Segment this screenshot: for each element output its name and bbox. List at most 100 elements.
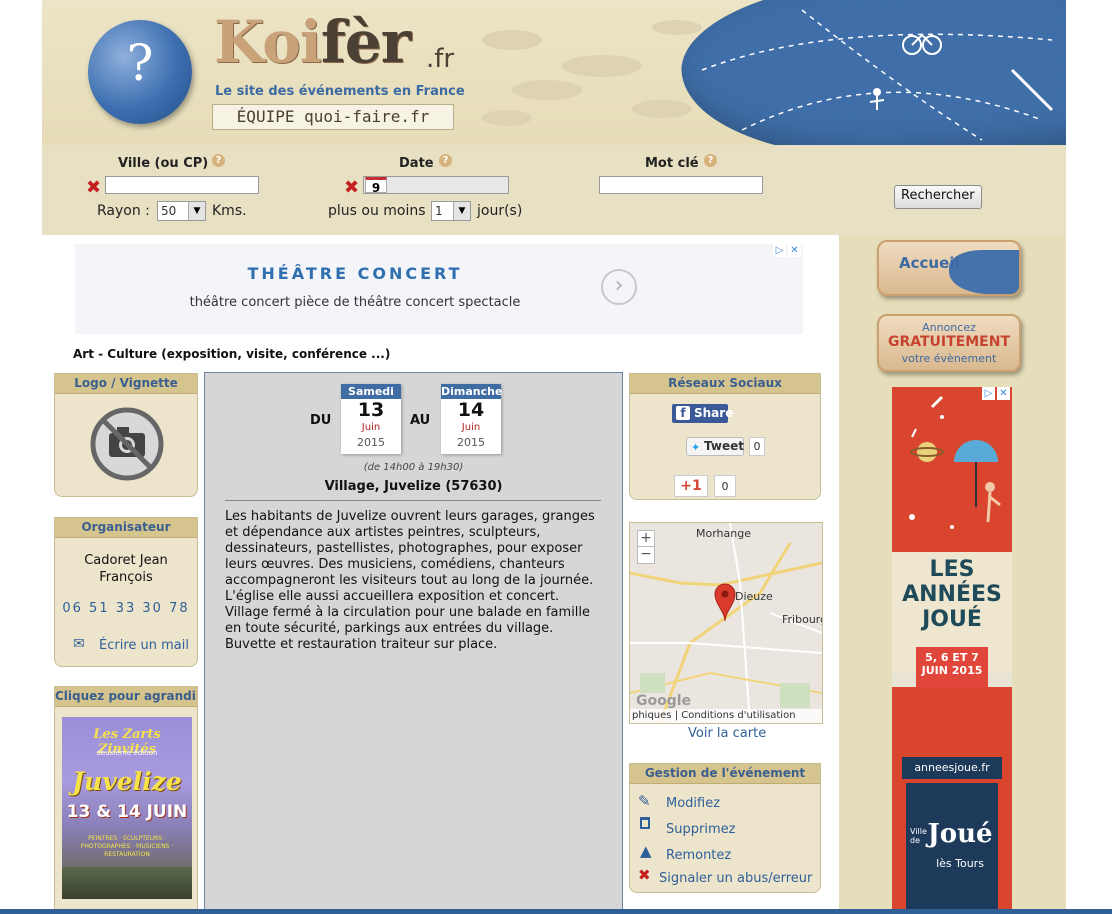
poster-village-photo	[62, 867, 192, 899]
from-label: DU	[310, 413, 332, 428]
clear-date-icon[interactable]: ✖	[344, 179, 359, 197]
start-day: Samedi	[341, 384, 401, 399]
logo-box-title: Logo / Vignette	[55, 374, 197, 394]
site-header: ? Koifèr .fr Le site des événements en F…	[42, 0, 1066, 145]
ad-title-1: LES	[929, 557, 975, 582]
radius-value: 50	[161, 204, 177, 218]
chevron-right-icon[interactable]: ›	[601, 269, 637, 305]
decor-pebble	[562, 55, 642, 77]
tweet-label: Tweet	[704, 439, 744, 453]
google-logo: Google	[636, 693, 692, 709]
event-poster-image[interactable]: Les Zarts Zinvités deuxième édition Juve…	[62, 717, 192, 899]
date-help-icon[interactable]: ?	[439, 154, 452, 167]
event-map[interactable]: Morhange Dieuze Fribourg + − Google phiq…	[629, 522, 823, 724]
close-icon[interactable]: ✕	[997, 387, 1010, 400]
end-num: 14	[457, 399, 485, 421]
right-sidebar: Accueil Annoncez GRATUITEMENT votre évèn…	[839, 235, 1066, 914]
event-hours: (de 14h00 à 19h30)	[363, 462, 464, 473]
clear-city-icon[interactable]: ✖	[86, 179, 101, 197]
map-marker-icon[interactable]	[714, 582, 736, 622]
keyword-help-icon[interactable]: ?	[704, 154, 717, 167]
decor-pebble	[482, 30, 542, 50]
to-label: AU	[410, 413, 431, 428]
search-button[interactable]: Rechercher	[894, 185, 982, 209]
radius-select[interactable]: 50 ▼	[157, 201, 206, 221]
edit-link[interactable]: Modifiez	[666, 796, 720, 811]
calendar-icon[interactable]: 9	[365, 177, 387, 195]
management-box-title: Gestion de l'événement	[630, 764, 820, 784]
date-label: Date	[399, 156, 434, 171]
organizer-box-title: Organisateur	[55, 518, 197, 538]
city-help-icon[interactable]: ?	[212, 154, 225, 167]
organizer-name: Cadoret Jean François	[84, 553, 168, 585]
browser-bottom-bar	[0, 909, 1112, 914]
decor-pebble	[482, 110, 532, 126]
view-map-link[interactable]: Voir la carte	[688, 726, 766, 741]
logo-suffix: .fr	[426, 44, 455, 74]
close-icon[interactable]: ✕	[788, 244, 801, 257]
home-menu-button[interactable]: Accueil	[877, 240, 1021, 296]
report-x-icon[interactable]: ✖	[638, 866, 651, 884]
search-bar: Ville (ou CP) ? ✖ Rayon : 50 ▼ Kms. Date …	[42, 145, 1066, 235]
map-terms-link[interactable]: phiques | Conditions d'utilisation	[630, 709, 822, 723]
ad-url: anneesjoue.fr	[902, 757, 1002, 779]
adchoices-icon[interactable]: ▷	[982, 387, 995, 400]
announce-free-button[interactable]: Annoncez GRATUITEMENT votre évènement	[877, 314, 1021, 372]
plusminus-unit: jour(s)	[477, 203, 523, 219]
map-town-dieuze: Dieuze	[735, 590, 773, 603]
delete-link[interactable]: Supprimez	[666, 822, 735, 837]
arrow-up-icon[interactable]: ▲	[640, 842, 652, 860]
bump-link[interactable]: Remontez	[666, 848, 731, 863]
start-year: 2015	[357, 436, 385, 449]
plusminus-select[interactable]: 1 ▼	[431, 201, 471, 221]
map-zoom-out-button[interactable]: −	[637, 546, 655, 564]
category-breadcrumb[interactable]: Art - Culture (exposition, visite, confé…	[73, 347, 390, 361]
write-mail-link[interactable]: Écrire un mail	[99, 638, 189, 653]
logo-box: Logo / Vignette	[54, 373, 198, 497]
ad-banner-side[interactable]: LES ANNÉES JOUÉ 5, 6 ET 7 JUIN 2015 anne…	[892, 387, 1012, 914]
city-input[interactable]	[105, 176, 259, 194]
start-date-calendar: Samedi 13 Juin 2015	[341, 384, 401, 454]
divider	[225, 500, 601, 501]
trash-icon[interactable]	[640, 817, 650, 829]
home-label: Accueil	[899, 254, 960, 272]
report-link[interactable]: Signaler un abus/erreur	[659, 871, 812, 886]
page: ? Koifèr .fr Le site des événements en F…	[42, 0, 1066, 914]
keyword-input[interactable]	[599, 176, 763, 194]
ad-city-sub: lès Tours	[936, 857, 984, 870]
logo-globe[interactable]: ?	[88, 20, 192, 124]
pencil-icon[interactable]: ✎	[638, 792, 651, 810]
announce-bottom: votre évènement	[901, 352, 997, 365]
facebook-share-label: Share	[694, 406, 734, 420]
organizer-box: Organisateur Cadoret Jean François 06 51…	[54, 517, 198, 667]
ad-title: THÉÂTRE CONCERT	[247, 264, 463, 283]
management-box: Gestion de l'événement ✎ Modifiez Suppri…	[629, 763, 821, 893]
question-mark-icon: ?	[126, 34, 154, 92]
ad-dates: 5, 6 ET 7 JUIN 2015	[916, 647, 988, 687]
chevron-down-icon: ▼	[188, 202, 205, 220]
plusminus-label: plus ou moins	[328, 203, 426, 219]
end-day: Dimanche	[441, 384, 503, 399]
social-box-title: Réseaux Sociaux	[630, 374, 820, 394]
adchoices-icon[interactable]: ▷	[773, 244, 786, 257]
poster-box: Cliquez pour agrandir Les Zarts Zinvités…	[54, 686, 198, 914]
map-town-morhange: Morhange	[696, 527, 751, 540]
twitter-bird-icon: ✦	[691, 441, 701, 454]
end-month: Juin	[461, 422, 481, 433]
date-input[interactable]: 9	[363, 176, 509, 195]
facebook-icon: f	[676, 406, 690, 420]
site-logo[interactable]: Koifèr	[214, 8, 411, 76]
google-plus-button[interactable]: +1	[674, 475, 708, 497]
map-town-fribourg: Fribourg	[782, 613, 823, 626]
event-description: Les habitants de Juvelize ouvrent leurs …	[225, 509, 595, 652]
tweet-button[interactable]: ✦ Tweet	[686, 437, 744, 456]
facebook-share-button[interactable]: f Share	[672, 404, 733, 423]
mail-icon[interactable]: ✉	[73, 636, 85, 652]
ad-city: Joué	[927, 819, 993, 849]
social-box: Réseaux Sociaux f Share ✦ Tweet 0 +1 0	[629, 373, 821, 500]
team-banner: ÉQUIPE quoi-faire.fr	[212, 104, 454, 130]
decor-pebble	[512, 80, 582, 100]
poster-info: PEINTRES · SCULPTEURS · PHOTOGRAPHES · M…	[80, 835, 174, 858]
ad-banner-top[interactable]: THÉÂTRE CONCERT théâtre concert pièce de…	[75, 244, 803, 334]
poster-box-title[interactable]: Cliquez pour agrandir	[55, 687, 197, 707]
